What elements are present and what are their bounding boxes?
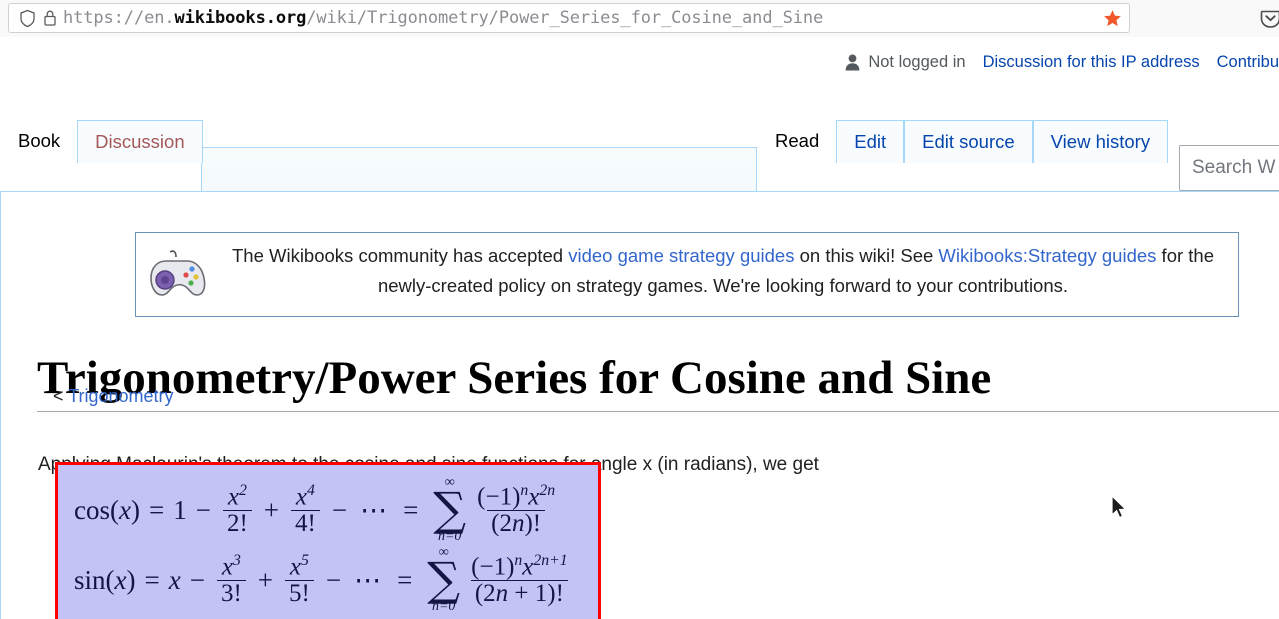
tab-read[interactable]: Read <box>757 119 837 163</box>
tab-edit-source[interactable]: Edit source <box>904 120 1033 163</box>
sin-lhs: sin(x) <box>74 564 136 595</box>
page-title: Trigonometry/Power Series for Cosine and… <box>37 353 1279 413</box>
wiki-page: Not logged in Discussion for this IP add… <box>0 37 1279 619</box>
sin-variable: x <box>114 564 127 595</box>
cos-sum-numerator: (−1)nx2n <box>477 482 556 511</box>
tab-discussion-label: Discussion <box>95 131 185 152</box>
cos-term-1-denominator: 2! <box>222 510 252 537</box>
cosine-series-formula: cos(x) = 1 − x2 2! + x4 4! − ⋯ = ∞ ∑ n=0… <box>74 475 598 545</box>
tab-edit-label: Edit <box>854 131 887 152</box>
url-text[interactable]: https://en.wikibooks.org/wiki/Trigonomet… <box>63 8 1095 28</box>
sin-sum-fraction: (−1)nx2n+1 (2n + 1)! <box>467 553 572 606</box>
breadcrumb-trigonometry-link[interactable]: Trigonometry <box>68 386 173 406</box>
sin-term-2-denominator: 5! <box>285 580 314 607</box>
sin-sum-numerator: (−1)nx2n+1 <box>471 552 568 581</box>
cos-term-2-numerator: x4 <box>295 482 315 511</box>
search-input[interactable]: Search W <box>1179 145 1279 191</box>
cos-term-2-denominator: 4! <box>291 510 320 537</box>
gamepad-icon <box>146 247 210 306</box>
sine-series-formula: sin(x) = x − x3 3! + x5 5! − ⋯ = ∞ ∑ n=0… <box>74 545 598 615</box>
wikibooks-strategy-guides-link[interactable]: Wikibooks:Strategy guides <box>938 245 1156 266</box>
cos-summation: ∞ ∑ n=0 <box>433 476 466 543</box>
cos-sum-denominator: (2n)! <box>487 510 546 537</box>
sin-equals-2: = <box>397 564 413 595</box>
contributions-link[interactable]: Contribu <box>1217 53 1279 72</box>
cos-variable: x <box>118 494 131 525</box>
cos-sigma-symbol: ∑ <box>433 482 467 537</box>
sin-term-1-denominator: 3! <box>216 580 246 607</box>
cos-term-1: x2 2! <box>222 482 252 537</box>
ip-discussion-link[interactable]: Discussion for this IP address <box>983 53 1200 72</box>
sitenotice-text: The Wikibooks community has accepted vid… <box>218 241 1228 301</box>
tab-read-label: Read <box>775 130 820 151</box>
search-placeholder: Search W <box>1192 157 1276 178</box>
sin-equals: = <box>144 564 160 595</box>
sin-term-2-numerator: x5 <box>289 552 309 581</box>
tab-view-history[interactable]: View history <box>1032 120 1169 163</box>
browser-toolbar: https://en.wikibooks.org/wiki/Trigonomet… <box>0 0 1279 38</box>
cos-equals-2: = <box>403 494 419 525</box>
sitenotice-text-1: The Wikibooks community has accepted <box>231 245 569 266</box>
sin-term-1-numerator: x3 <box>221 552 241 581</box>
lock-icon[interactable] <box>39 9 61 27</box>
sin-minus-1: − <box>189 564 205 595</box>
namespace-tabs: Book Discussion <box>0 110 203 163</box>
sin-minus-2: − <box>325 564 342 595</box>
url-path: /wiki/Trigonometry/Power_Series_for_Cosi… <box>306 8 824 28</box>
cos-plus: + <box>263 494 279 525</box>
user-icon <box>845 54 860 71</box>
shield-icon[interactable] <box>15 9 39 28</box>
star-icon[interactable] <box>1095 9 1129 28</box>
sin-sum-lower-limit: n=0 <box>431 598 456 614</box>
not-logged-in-label: Not logged in <box>868 53 966 71</box>
cos-minus-1: − <box>195 494 211 525</box>
cos-term-1-numerator: x2 <box>227 482 247 511</box>
cos-ellipsis: ⋯ <box>360 494 391 525</box>
sin-ellipsis: ⋯ <box>354 564 385 595</box>
tab-discussion[interactable]: Discussion <box>77 120 203 163</box>
sitenotice-text-2: on this wiki! See <box>794 245 939 266</box>
sin-summation: ∞ ∑ n=0 <box>427 546 460 613</box>
sin-sigma-symbol: ∑ <box>427 552 461 607</box>
tab-edit-source-label: Edit source <box>922 131 1015 152</box>
sin-term-1: x3 3! <box>216 552 246 607</box>
tab-bar-filler <box>201 147 757 192</box>
video-game-strategy-guides-link[interactable]: video game strategy guides <box>568 245 794 266</box>
tab-book[interactable]: Book <box>0 119 78 163</box>
breadcrumb: < Trigonometry <box>53 386 174 407</box>
tab-edit[interactable]: Edit <box>836 120 905 163</box>
cos-minus-2: − <box>331 494 348 525</box>
page-action-tabs: Read Edit Edit source View history <box>757 110 1169 163</box>
sin-first-term: x <box>168 564 181 595</box>
sitenotice: The Wikibooks community has accepted vid… <box>135 232 1239 317</box>
sin-plus: + <box>257 564 273 595</box>
content-area: The Wikibooks community has accepted vid… <box>0 192 1279 619</box>
tab-view-history-label: View history <box>1050 131 1151 152</box>
mouse-cursor <box>1110 494 1130 528</box>
cos-first-term: 1 <box>173 494 187 525</box>
sin-term-2: x5 5! <box>285 553 314 606</box>
cos-lhs: cos(x) <box>74 494 140 525</box>
math-formula-box: cos(x) = 1 − x2 2! + x4 4! − ⋯ = ∞ ∑ n=0… <box>55 462 601 619</box>
url-bar[interactable]: https://en.wikibooks.org/wiki/Trigonomet… <box>8 3 1130 33</box>
cos-sum-fraction: (−1)nx2n (2n)! <box>473 482 559 537</box>
not-logged-in-item: Not logged in <box>845 53 966 72</box>
cos-equals: = <box>148 494 165 525</box>
url-host: wikibooks.org <box>174 8 307 28</box>
cos-term-2: x4 4! <box>291 483 320 536</box>
personal-tools-bar: Not logged in Discussion for this IP add… <box>828 53 1279 72</box>
breadcrumb-prefix: < <box>53 386 69 406</box>
pocket-icon[interactable] <box>1260 8 1279 34</box>
sin-sum-denominator: (2n + 1)! <box>470 580 568 607</box>
tab-book-label: Book <box>18 130 61 151</box>
cos-sum-lower-limit: n=0 <box>437 528 462 544</box>
url-prefix: https://en. <box>63 8 175 28</box>
